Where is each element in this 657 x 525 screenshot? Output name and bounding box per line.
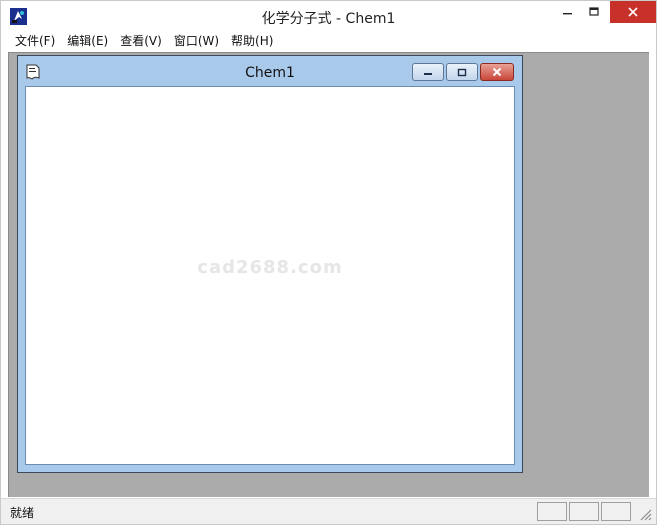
child-minimize-button[interactable] bbox=[412, 63, 444, 81]
child-close-button[interactable] bbox=[480, 63, 514, 81]
status-text: 就绪 bbox=[10, 506, 35, 520]
status-bar: 就绪 bbox=[1, 498, 656, 524]
child-title-bar[interactable]: Chem1 bbox=[18, 56, 522, 86]
maximize-icon bbox=[589, 7, 599, 16]
minimize-icon bbox=[563, 13, 572, 15]
maximize-button[interactable] bbox=[581, 1, 607, 23]
menu-window[interactable]: 窗口(W) bbox=[168, 31, 225, 51]
menu-bar: 文件(F) 编辑(E) 查看(V) 窗口(W) 帮助(H) bbox=[1, 31, 656, 51]
watermark-text: cad2688.com bbox=[197, 257, 343, 278]
title-bar[interactable]: 化学分子式 - Chem1 bbox=[1, 1, 656, 31]
child-window-chem1[interactable]: Chem1 cad2688.com bbox=[17, 55, 523, 473]
document-canvas[interactable]: cad2688.com bbox=[25, 86, 515, 465]
status-pane bbox=[601, 502, 631, 521]
close-button[interactable] bbox=[610, 1, 656, 23]
menu-view[interactable]: 查看(V) bbox=[114, 31, 168, 51]
child-maximize-button[interactable] bbox=[446, 63, 478, 81]
menu-file[interactable]: 文件(F) bbox=[9, 31, 61, 51]
close-icon bbox=[628, 7, 638, 17]
maximize-icon bbox=[457, 68, 467, 76]
status-pane bbox=[537, 502, 567, 521]
mdi-client-area[interactable]: Chem1 cad2688.com bbox=[8, 52, 649, 497]
application-window: 化学分子式 - Chem1 文件(F) 编辑(E) 查看(V) 窗口(W) 帮助… bbox=[0, 0, 657, 525]
minimize-button[interactable] bbox=[555, 1, 581, 23]
status-pane bbox=[569, 502, 599, 521]
resize-grip-icon[interactable] bbox=[638, 507, 652, 521]
menu-edit[interactable]: 编辑(E) bbox=[61, 31, 114, 51]
close-icon bbox=[492, 67, 502, 77]
menu-help[interactable]: 帮助(H) bbox=[225, 31, 279, 51]
minimize-icon bbox=[424, 73, 432, 75]
